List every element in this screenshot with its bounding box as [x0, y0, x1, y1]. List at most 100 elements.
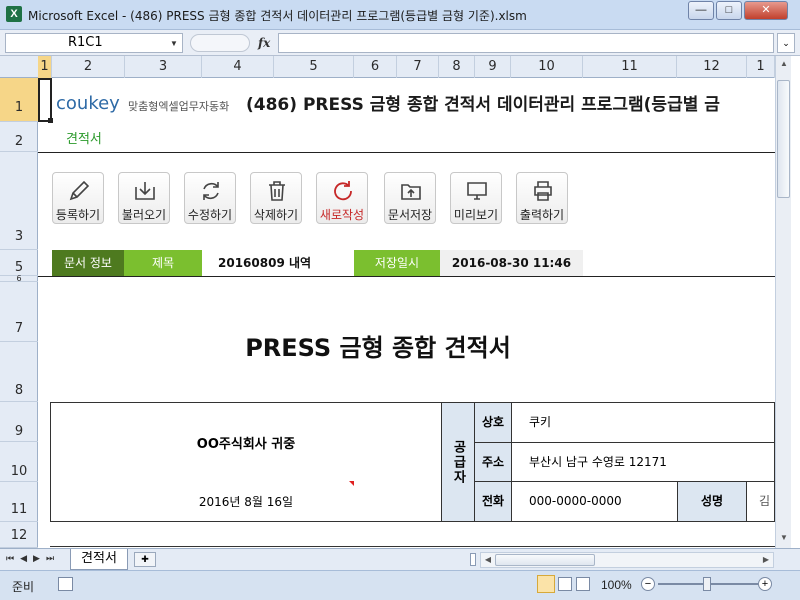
column-header[interactable]: 3 [125, 56, 202, 78]
formula-bar: R1C1 ▼ fx ⌄ [0, 30, 800, 56]
trash-icon [269, 181, 285, 201]
register-label: 등록하기 [55, 208, 101, 222]
download-icon [135, 182, 155, 200]
info-divider [38, 276, 775, 277]
status-ready: 준비 [12, 580, 35, 594]
zoom-level[interactable]: 100% [601, 578, 632, 592]
name-box[interactable]: R1C1 [5, 33, 183, 53]
selected-cell[interactable] [38, 78, 52, 122]
row-header[interactable]: 5 [0, 250, 38, 276]
sheet-nav-arrows-icon[interactable]: ⏮◀▶⏭ [6, 553, 60, 564]
column-header[interactable]: 1 [747, 56, 775, 78]
folder-upload-icon [401, 184, 421, 200]
column-header[interactable]: 5 [274, 56, 354, 78]
row-header[interactable]: 11 [0, 482, 38, 522]
column-header[interactable]: 7 [397, 56, 439, 78]
insert-sheet-icon[interactable]: ✚ [134, 552, 156, 567]
title-value[interactable]: 20160809 내역 [202, 250, 354, 276]
excel-app-icon[interactable]: X [6, 6, 22, 22]
column-header[interactable]: 9 [475, 56, 511, 78]
tab-split-handle[interactable] [470, 553, 476, 566]
saved-value[interactable]: 2016-08-30 11:46 [440, 250, 583, 276]
column-headers: 1 2 3 4 5 6 7 8 9 10 11 12 1 [0, 56, 790, 78]
fill-handle[interactable] [48, 118, 53, 123]
vertical-scroll-thumb[interactable] [777, 80, 790, 198]
pencil-icon [69, 180, 90, 201]
saved-label: 저장일시 [354, 250, 440, 276]
column-header[interactable]: 6 [354, 56, 397, 78]
macro-record-icon[interactable] [58, 577, 73, 591]
formula-input[interactable] [278, 33, 774, 53]
column-header[interactable]: 12 [677, 56, 747, 78]
company-label: 상호 [475, 403, 511, 442]
insert-function-button[interactable]: fx [258, 36, 270, 50]
formula-cancel-area [190, 34, 250, 52]
horizontal-scrollbar[interactable]: ◀ ▶ [480, 552, 774, 568]
column-header[interactable]: 4 [202, 56, 274, 78]
preview-label: 미리보기 [453, 208, 499, 222]
new-label: 새로작성 [319, 208, 365, 222]
phone-label: 전화 [475, 482, 511, 521]
normal-view-icon[interactable] [537, 575, 555, 593]
address-value[interactable]: 부산시 남구 수영로 12171 [529, 443, 667, 481]
row-header[interactable]: 12 [0, 522, 38, 548]
printer-icon [534, 181, 552, 201]
maximize-button[interactable]: □ [716, 1, 742, 20]
comment-indicator [349, 481, 354, 486]
save-label: 문서저장 [387, 208, 433, 222]
sheet-subtitle: 견적서 [66, 132, 102, 147]
row-header[interactable]: 7 [0, 282, 38, 342]
doc-info-label: 문서 정보 [52, 250, 124, 276]
column-header[interactable]: 2 [52, 56, 125, 78]
scroll-up-icon[interactable]: ▲ [777, 56, 791, 72]
expand-formula-button[interactable]: ⌄ [777, 33, 795, 53]
zoom-in-icon[interactable]: + [758, 577, 772, 591]
refresh-icon [203, 182, 219, 200]
title-label: 제목 [124, 250, 202, 276]
column-header[interactable]: 1 [38, 56, 52, 78]
new-icon [334, 181, 352, 201]
company-value[interactable]: 쿠키 [529, 403, 551, 442]
page-layout-view-icon[interactable] [558, 577, 572, 591]
vertical-scrollbar[interactable]: ▲ ▼ [775, 56, 791, 548]
estimate-date[interactable]: 2016년 8월 16일 [51, 493, 441, 510]
name-value[interactable]: 김 [759, 482, 770, 521]
sheet-tabs-bar: ⏮◀▶⏭ 견적서 ✚ ◀ ▶ [0, 548, 800, 570]
estimate-heading: PRESS 금형 종합 견적서 [245, 334, 511, 362]
supplier-label: 공급자 [442, 403, 474, 521]
recipient[interactable]: OO주식회사 귀중 [51, 433, 441, 452]
delete-label: 삭제하기 [253, 208, 299, 222]
scroll-left-icon[interactable]: ◀ [481, 553, 495, 567]
row-header[interactable]: 10 [0, 442, 38, 482]
address-label: 주소 [475, 443, 511, 481]
estimate-header-block: OO주식회사 귀중 2016년 8월 16일 공급자 상호 쿠키 주소 부산시 … [50, 402, 775, 522]
column-header[interactable]: 8 [439, 56, 475, 78]
row-header[interactable]: 3 [0, 152, 38, 250]
excel-window: X Microsoft Excel - (486) PRESS 금형 종합 견적… [0, 0, 800, 600]
row-header[interactable]: 8 [0, 342, 38, 402]
close-button[interactable]: ✕ [744, 1, 788, 20]
row-header[interactable]: 9 [0, 402, 38, 442]
minimize-button[interactable]: — [688, 1, 714, 20]
page-break-view-icon[interactable] [576, 577, 590, 591]
row-headers: 1 2 3 5 6 7 8 9 10 11 12 [0, 78, 38, 548]
window-title: Microsoft Excel - (486) PRESS 금형 종합 견적서 … [28, 9, 527, 23]
phone-value[interactable]: 000-0000-0000 [529, 482, 622, 521]
horizontal-scroll-thumb[interactable] [495, 554, 595, 566]
column-header[interactable]: 10 [511, 56, 583, 78]
logo-tagline: 맞춤형엑셀업무자동화 [128, 100, 230, 113]
monitor-icon [467, 182, 487, 200]
load-label: 불러오기 [121, 208, 167, 222]
sheet-tab-estimate[interactable]: 견적서 [70, 549, 128, 570]
worksheet-grid[interactable]: coukey 맞춤형엑셀업무자동화 (486) PRESS 금형 종합 견적서 … [38, 78, 775, 548]
row-header[interactable]: 1 [0, 78, 38, 122]
column-header[interactable]: 11 [583, 56, 677, 78]
scroll-down-icon[interactable]: ▼ [777, 530, 791, 546]
row-header[interactable]: 2 [0, 122, 38, 152]
status-bar: 준비 100% − + [0, 570, 800, 600]
zoom-out-icon[interactable]: − [641, 577, 655, 591]
chevron-down-icon[interactable]: ▼ [170, 39, 178, 48]
edit-label: 수정하기 [187, 208, 233, 222]
scroll-right-icon[interactable]: ▶ [759, 553, 773, 567]
zoom-slider-thumb[interactable] [703, 577, 711, 591]
